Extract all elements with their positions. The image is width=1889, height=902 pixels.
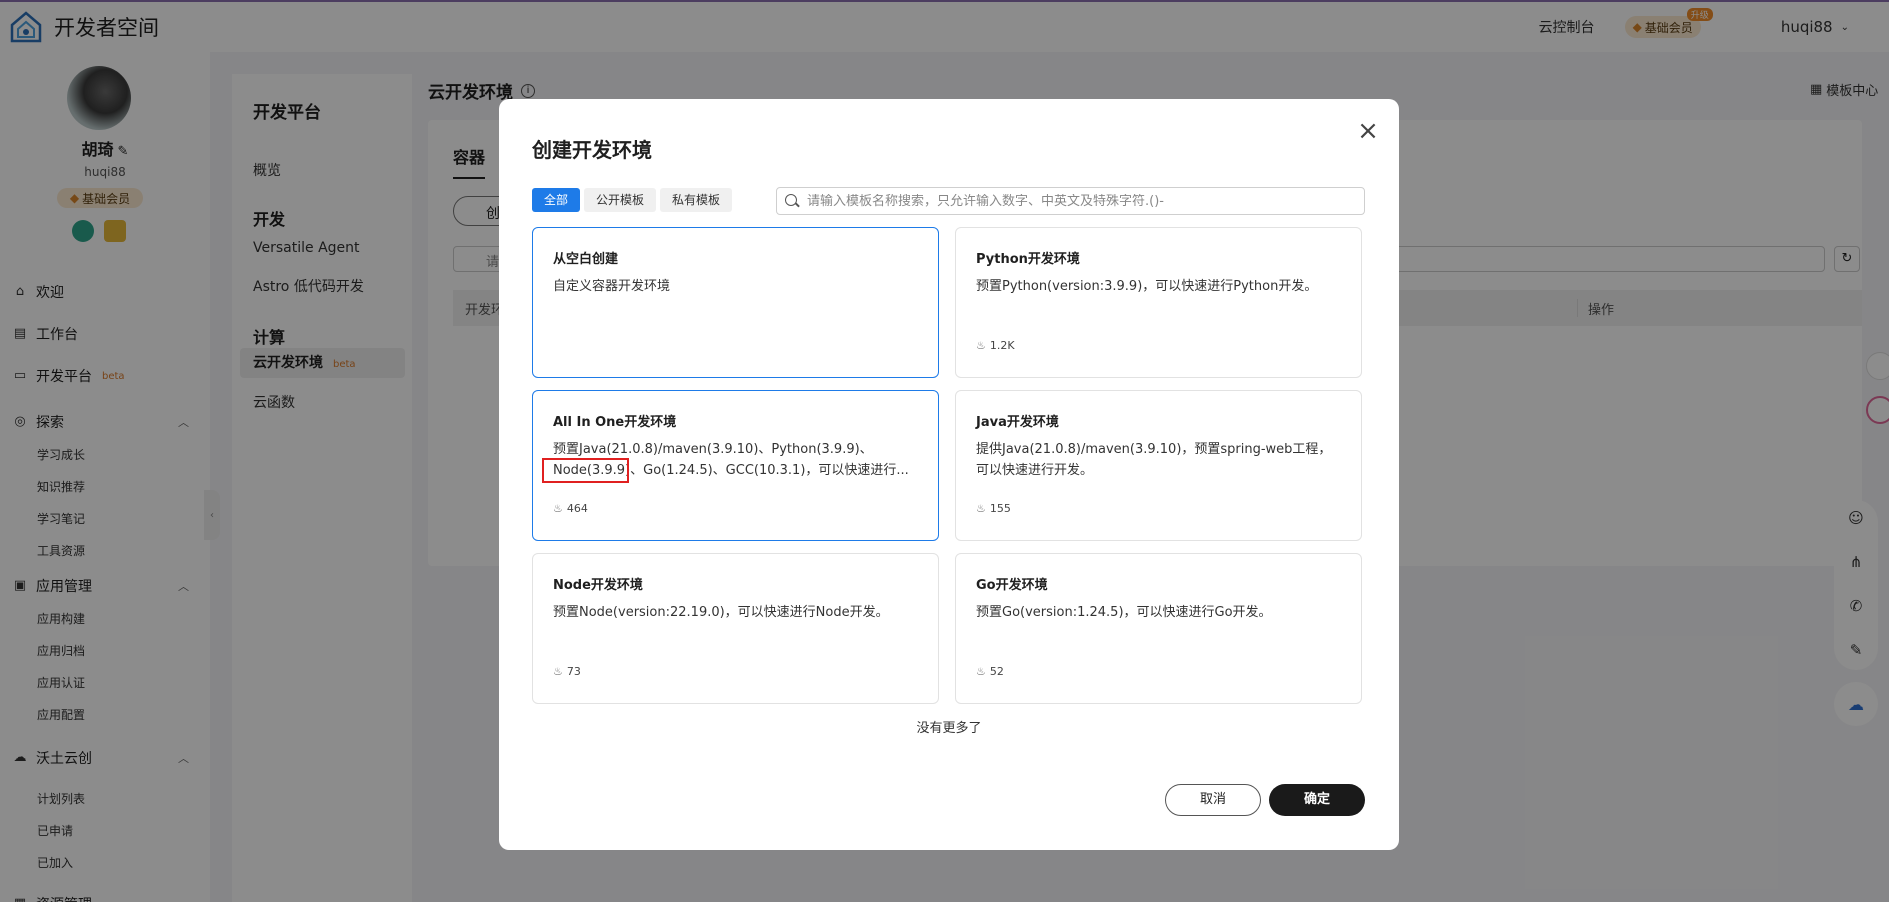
usage-count: 155 <box>989 502 1011 515</box>
card-usage: ♨ 1.2K <box>976 339 1015 352</box>
usage-count: 464 <box>566 502 588 515</box>
card-desc: 预置Node(version:22.19.0)，可以快速进行Node开发。 <box>553 605 889 620</box>
usage-count: 73 <box>566 665 581 678</box>
template-search <box>776 187 1365 215</box>
fire-icon: ♨ <box>976 502 986 515</box>
fire-icon: ♨ <box>976 339 986 352</box>
card-usage: ♨ 52 <box>976 665 1004 678</box>
search-icon <box>785 194 799 208</box>
close-icon[interactable]: × <box>1356 118 1380 144</box>
card-desc-line-2: 可以快速进行开发。 <box>976 463 1094 478</box>
template-search-input[interactable] <box>807 193 1347 209</box>
confirm-button[interactable]: 确定 <box>1269 784 1365 816</box>
usage-count: 52 <box>989 665 1004 678</box>
no-more-text: 没有更多了 <box>916 721 982 736</box>
template-card-all-in-one[interactable]: All In One开发环境 预置Java(21.0.8)/maven(3.9.… <box>532 390 939 541</box>
fire-icon: ♨ <box>553 502 563 515</box>
template-card-python[interactable]: Python开发环境 预置Python(version:3.9.9)，可以快速进… <box>955 227 1362 378</box>
tab-public[interactable]: 公开模板 <box>584 188 657 212</box>
template-card-blank[interactable]: 从空白创建 自定义容器开发环境 <box>532 227 939 378</box>
template-card-java[interactable]: Java开发环境 提供Java(21.0.8)/maven(3.9.10)，预置… <box>955 390 1362 541</box>
card-title: Node开发环境 <box>553 578 643 593</box>
cancel-button[interactable]: 取消 <box>1165 784 1261 816</box>
card-usage: ♨ 155 <box>976 502 1011 515</box>
card-desc: 预置Go(version:1.24.5)，可以快速进行Go开发。 <box>976 605 1272 620</box>
card-title: Python开发环境 <box>976 252 1080 267</box>
card-usage: ♨ 464 <box>553 502 588 515</box>
highlight-annotation <box>542 458 629 483</box>
template-card-node[interactable]: Node开发环境 预置Node(version:22.19.0)，可以快速进行N… <box>532 553 939 704</box>
fire-icon: ♨ <box>976 665 986 678</box>
card-desc: 预置Python(version:3.9.9)，可以快速进行Python开发。 <box>976 279 1318 294</box>
template-card-go[interactable]: Go开发环境 预置Go(version:1.24.5)，可以快速进行Go开发。 … <box>955 553 1362 704</box>
tab-all[interactable]: 全部 <box>532 188 581 212</box>
card-title: All In One开发环境 <box>553 415 677 430</box>
card-desc-line-1: 预置Java(21.0.8)/maven(3.9.10)、Python(3.9.… <box>553 442 873 457</box>
card-usage: ♨ 73 <box>553 665 581 678</box>
card-desc: 自定义容器开发环境 <box>553 279 671 294</box>
create-env-dialog: 创建开发环境 × 全部 公开模板 私有模板 从空白创建 自定义容器开发环境 Py… <box>499 99 1399 850</box>
card-title: 从空白创建 <box>553 252 619 267</box>
card-title: Java开发环境 <box>976 415 1059 430</box>
dialog-title: 创建开发环境 <box>532 138 652 162</box>
template-filter-tabs: 全部 公开模板 私有模板 <box>532 188 733 212</box>
usage-count: 1.2K <box>989 339 1015 352</box>
card-title: Go开发环境 <box>976 578 1048 593</box>
tab-private[interactable]: 私有模板 <box>660 188 733 212</box>
card-desc-line-1: 提供Java(21.0.8)/maven(3.9.10)，预置spring-we… <box>976 442 1332 457</box>
fire-icon: ♨ <box>553 665 563 678</box>
card-desc: 提供Java(21.0.8)/maven(3.9.10)，预置spring-we… <box>976 439 1346 481</box>
